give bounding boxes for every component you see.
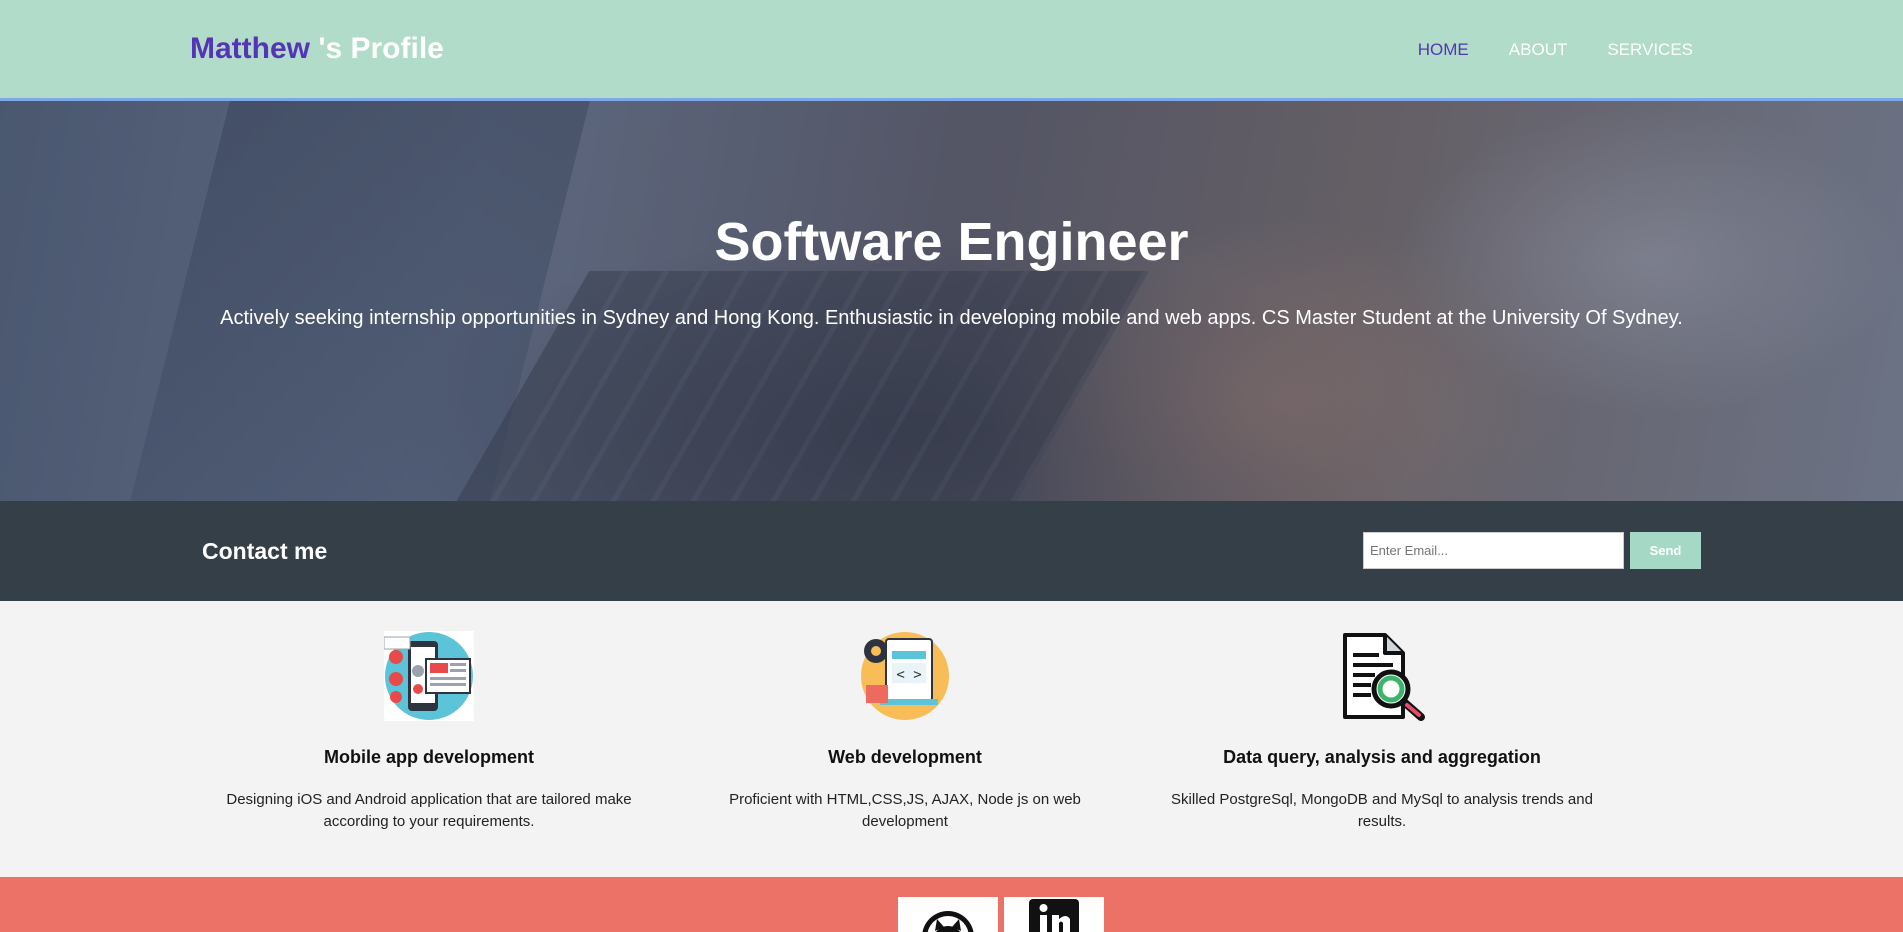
linkedin-icon bbox=[1029, 899, 1079, 932]
service-description: Skilled PostgreSql, MongoDB and MySql to… bbox=[1171, 791, 1593, 830]
service-description: Proficient with HTML,CSS,JS, AJAX, Node … bbox=[729, 791, 1081, 830]
github-link[interactable] bbox=[898, 897, 998, 932]
nav-home[interactable]: HOME bbox=[1418, 40, 1469, 60]
nav-services[interactable]: SERVICES bbox=[1607, 40, 1693, 60]
site-logo[interactable]: Matthew 's Profile bbox=[190, 32, 444, 66]
web-development-icon: < > bbox=[861, 632, 949, 720]
hero-banner: Software Engineer Actively seeking inter… bbox=[0, 101, 1903, 501]
site-footer bbox=[0, 877, 1903, 932]
nav-about[interactable]: ABOUT bbox=[1509, 40, 1568, 60]
service-title: Mobile app development bbox=[323, 747, 535, 767]
hero-overlay bbox=[0, 101, 1903, 501]
svg-text:< >: < > bbox=[896, 667, 921, 683]
data-analysis-icon bbox=[1337, 631, 1427, 721]
services-section: Mobile app development Designing iOS and… bbox=[0, 601, 1903, 877]
logo-suffix: 's Profile bbox=[310, 32, 444, 65]
main-nav: HOME ABOUT SERVICES bbox=[1418, 40, 1693, 60]
contact-title: Contact me bbox=[202, 538, 328, 564]
site-header: Matthew 's Profile HOME ABOUT SERVICES bbox=[0, 0, 1903, 101]
linkedin-link[interactable] bbox=[1004, 897, 1104, 932]
github-icon bbox=[922, 911, 974, 932]
service-description: Designing iOS and Android application th… bbox=[226, 791, 632, 830]
hero-subtitle: Actively seeking internship opportunitie… bbox=[220, 307, 1683, 329]
contact-bar: Contact me Send bbox=[0, 501, 1903, 601]
send-button[interactable]: Send bbox=[1630, 532, 1701, 569]
hero-title: Software Engineer bbox=[714, 212, 1189, 272]
mobile-app-icon bbox=[384, 631, 474, 721]
service-title: Data query, analysis and aggregation bbox=[1223, 747, 1541, 767]
service-title: Web development bbox=[828, 747, 982, 767]
logo-name: Matthew bbox=[190, 32, 310, 65]
email-input[interactable] bbox=[1363, 532, 1624, 569]
